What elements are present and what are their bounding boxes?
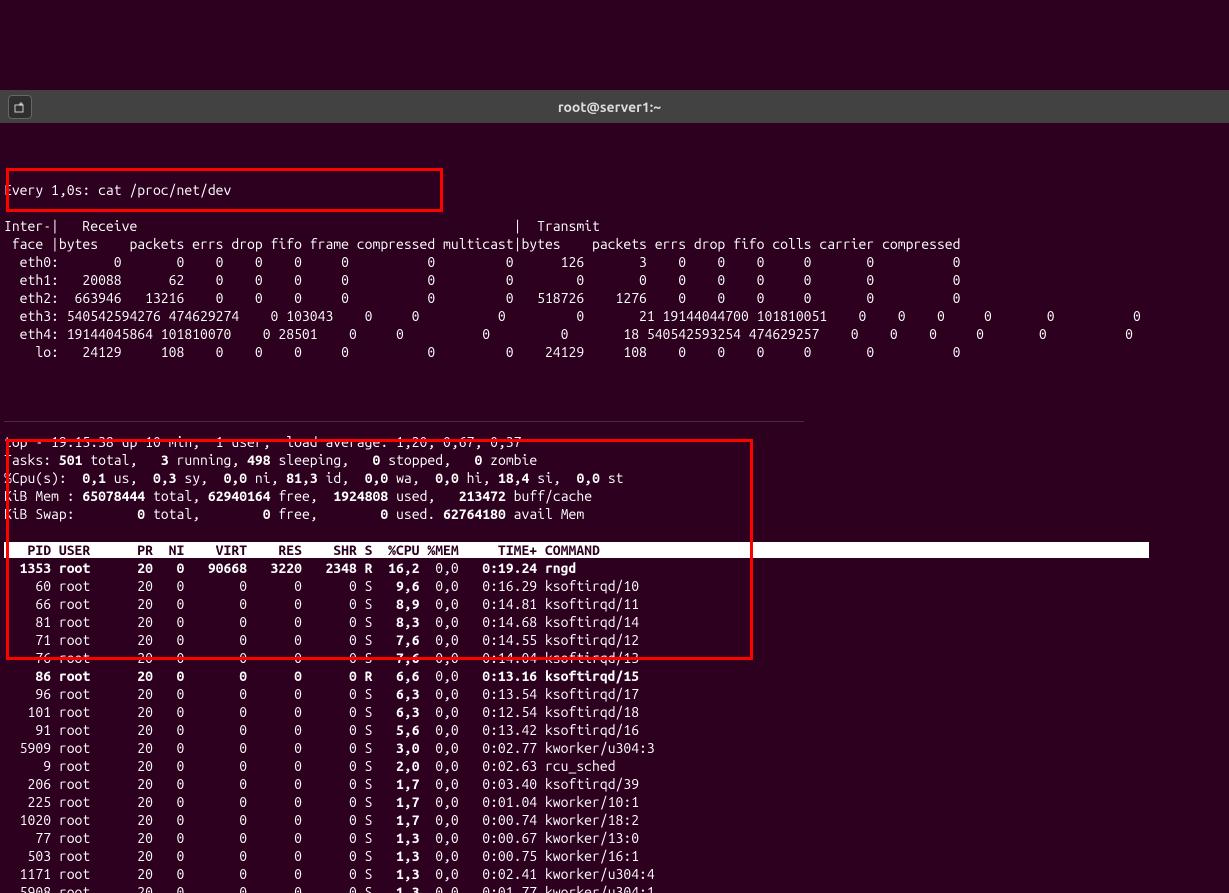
top-header: PID USER PR NI VIRT RES SHR S %CPU %MEM …: [4, 542, 1149, 558]
window-titlebar: root@server1:~: [0, 90, 1229, 123]
watch-header: Every 1,0s: cat /proc/net/dev: [4, 182, 231, 198]
window-title: root@server1:~: [38, 98, 1181, 116]
netdev-rows: eth0: 0 0 0 0 0 0 0 0 126 3 0 0 0 0 0 0 …: [4, 254, 1141, 360]
new-tab-icon: [14, 101, 26, 113]
pane-divider: [4, 421, 804, 422]
netdev-header-2: face |bytes packets errs drop fifo frame…: [4, 236, 960, 252]
new-tab-button[interactable]: [8, 95, 32, 119]
top-swap-line: KiB Swap: 0 total, 0 free, 0 used. 62764…: [4, 506, 592, 522]
top-cpu-line: %Cpu(s): 0,1 us, 0,3 sy, 0,0 ni, 81,3 id…: [4, 470, 624, 486]
top-uptime-line: top - 19:15:38 up 10 min, 1 user, load a…: [4, 434, 521, 450]
netdev-header-1: Inter-| Receive | Transmit: [4, 218, 600, 234]
top-process-rows: 1353 root 20 0 90668 3220 2348 R 16,2 0,…: [4, 560, 655, 893]
top-tasks-line: Tasks: 501 total, 3 running, 498 sleepin…: [4, 452, 537, 468]
terminal-content[interactable]: Every 1,0s: cat /proc/net/dev Inter-| Re…: [0, 159, 1229, 893]
top-mem-line: KiB Mem : 65078444 total, 62940164 free,…: [4, 488, 592, 504]
